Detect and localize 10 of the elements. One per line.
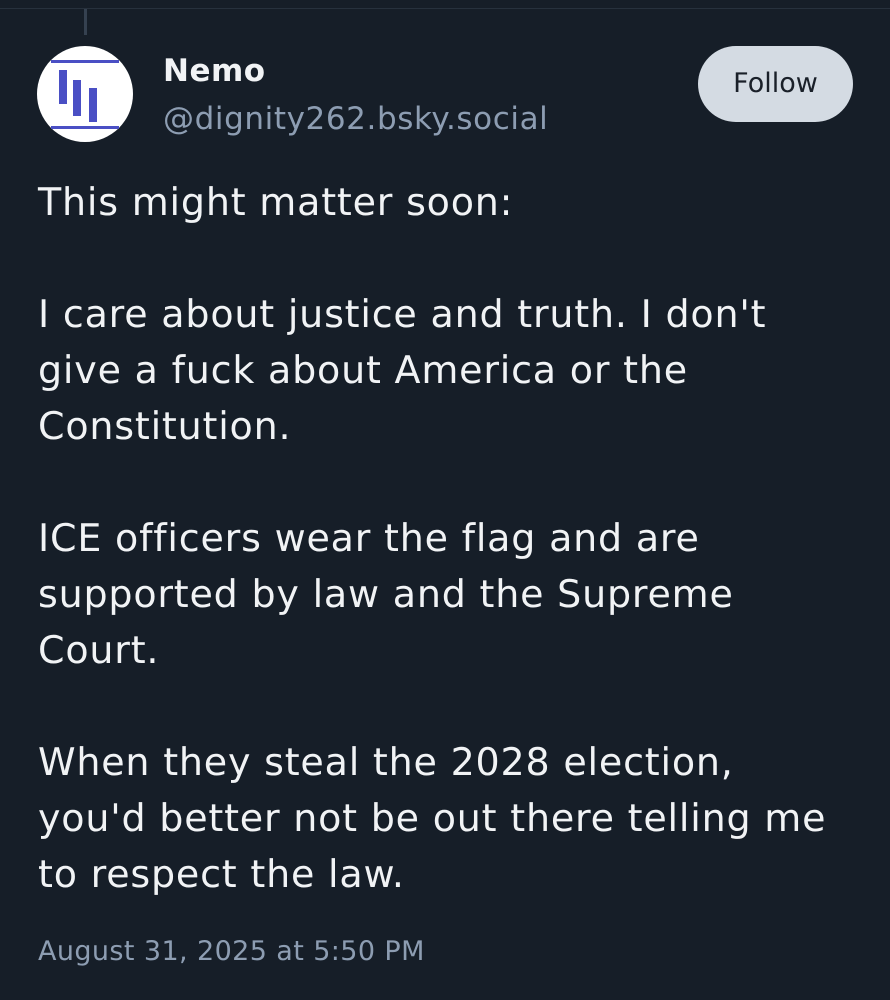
author-name[interactable]: Nemo — [163, 50, 266, 92]
author-handle[interactable]: @dignity262.bsky.social — [163, 98, 548, 140]
post-paragraph: ICE officers wear the flag and are supported by law and the Supreme Court. — [38, 515, 735, 674]
post-paragraph: When they steal the 2028 election, you'd better not be out there telling me to respect the law. — [38, 739, 828, 898]
avatar-icon[interactable] — [37, 46, 133, 142]
post-paragraph: This might matter soon: — [38, 179, 514, 226]
follow-button[interactable]: Follow — [698, 46, 853, 122]
post-timestamp: August 31, 2025 at 5:50 PM — [38, 935, 425, 969]
post-paragraph: I care about justice and truth. I don't give a fuck about America or the Constitution. — [38, 291, 768, 450]
thread-line — [84, 9, 87, 35]
